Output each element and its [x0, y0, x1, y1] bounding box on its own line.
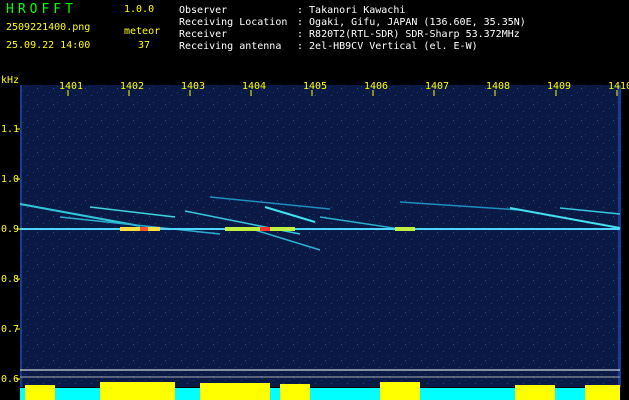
meter-peak — [585, 385, 620, 400]
x-tick-label: 1401 — [59, 81, 83, 92]
x-tick-label: 1406 — [364, 81, 388, 92]
meter-peak — [280, 384, 310, 400]
meter-peak — [100, 382, 175, 400]
x-tick-label: 1407 — [425, 81, 449, 92]
info-location-value: : Ogaki, Gifu, JAPAN (136.60E, 35.35N) — [297, 17, 526, 28]
right-border-band — [618, 85, 621, 387]
carrier-hotspot — [260, 227, 270, 231]
carrier-hotspot — [395, 227, 415, 231]
info-antenna-label: Receiving antenna — [179, 41, 282, 52]
meteor-label: meteor — [124, 26, 161, 37]
x-tick-label: 1402 — [120, 81, 144, 92]
spectrogram: kHz 1401 1402 1403 1404 1405 1406 1407 1408 1409… — [1, 75, 629, 400]
info-observer-value: : Takanori Kawachi — [297, 5, 406, 16]
x-tick-label: 1409 — [547, 81, 571, 92]
meteor-count: 37 — [138, 40, 151, 51]
header-version: 1.0.0 — [124, 4, 155, 15]
carrier-hotspot — [140, 227, 148, 231]
y-axis-unit: kHz — [1, 75, 19, 86]
x-tick-label: 1408 — [486, 81, 510, 92]
x-tick-label: 1405 — [303, 81, 327, 92]
info-location-label: Receiving Location — [179, 17, 288, 28]
x-tick-label: 1410 — [608, 81, 629, 92]
noise-field — [20, 85, 620, 387]
info-antenna-value: : 2el-HB9CV Vertical (el. E-W) — [297, 41, 478, 52]
date-time: 25.09.22 14:00 — [6, 40, 91, 51]
y-axis-ticks: 1.11.00.90.80.70.6 — [1, 124, 20, 385]
meter-peak — [380, 382, 420, 400]
x-tick-label: 1404 — [242, 81, 266, 92]
header-title: HROFFT — [6, 2, 77, 17]
x-tick-label: 1403 — [181, 81, 205, 92]
left-border-band — [20, 85, 22, 387]
info-observer-label: Observer — [179, 5, 228, 16]
info-receiver-label: Receiver — [179, 29, 228, 40]
meter-peak — [515, 385, 555, 400]
meter-peak — [25, 385, 55, 400]
file-name: 2509221400.png — [6, 22, 91, 33]
info-receiver-value: : R820T2(RTL-SDR) SDR-Sharp 53.372MHz — [297, 29, 520, 40]
meter-peak — [200, 383, 270, 400]
